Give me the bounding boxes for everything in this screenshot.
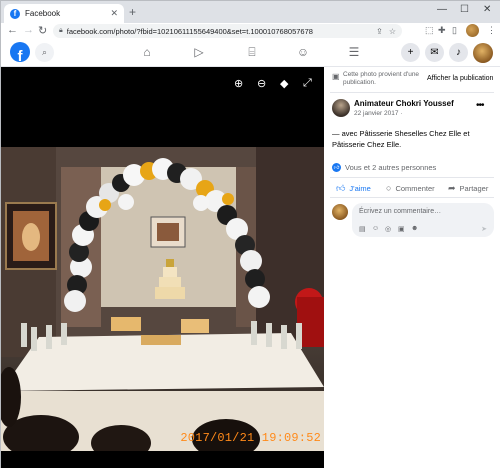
comment-label: Commenter bbox=[395, 183, 435, 193]
sticker-icon[interactable]: ▤ bbox=[359, 225, 366, 233]
marketplace-icon[interactable]: ⌸ bbox=[244, 45, 260, 60]
post-caption: — avec Pâtisserie Sheselles Chez Elle et… bbox=[332, 129, 470, 149]
share-label: Partager bbox=[459, 184, 489, 193]
forward-icon[interactable]: → bbox=[23, 24, 34, 36]
avatar-sticker-icon[interactable]: ☻ bbox=[411, 225, 418, 232]
side-panel-icon[interactable]: ▯ bbox=[452, 25, 457, 36]
divider bbox=[330, 92, 494, 93]
photo-timestamp: 2017/01/21 19:09:52 bbox=[180, 431, 321, 445]
bookmark-star-icon[interactable]: ☆ bbox=[389, 27, 396, 36]
photo-side-panel: ▣ Cette photo provient d'une publication… bbox=[324, 67, 500, 468]
messenger-button[interactable]: ✉ bbox=[425, 43, 444, 62]
maximize-button[interactable]: ☐ bbox=[460, 4, 469, 15]
thumbs-up-icon: 👍︎ bbox=[336, 183, 346, 193]
extensions-icon[interactable]: ⬚ bbox=[425, 25, 434, 36]
profile-avatar[interactable] bbox=[466, 24, 479, 37]
search-button[interactable]: ⌕ bbox=[35, 43, 54, 62]
author-avatar[interactable] bbox=[332, 99, 350, 117]
create-button[interactable]: + bbox=[401, 43, 420, 62]
send-icon[interactable]: ➤ bbox=[481, 225, 487, 233]
comment-button[interactable]: ○ Commenter bbox=[386, 183, 435, 193]
zoom-in-icon[interactable]: ⊕ bbox=[234, 77, 243, 90]
minimize-button[interactable]: — bbox=[437, 4, 447, 15]
divider bbox=[330, 177, 494, 178]
url-text: facebook.com/photo/?fbid=102106111556494… bbox=[66, 26, 313, 36]
reactions-text: Vous et 2 autres personnes bbox=[345, 163, 437, 172]
new-tab-button[interactable]: + bbox=[129, 5, 136, 19]
info-icon: ▣ bbox=[332, 72, 340, 81]
like-label: J'aime bbox=[349, 184, 371, 193]
tag-icon[interactable]: ◆ bbox=[280, 77, 288, 90]
back-icon[interactable]: ← bbox=[7, 24, 18, 36]
browser-toolbar: ← → ↻ 🔒︎ facebook.com/photo/?fbid=102106… bbox=[1, 23, 500, 39]
comment-input[interactable]: Écrivez un commentaire… ▤ ☺ ◎ ▣ ☻ ➤ bbox=[352, 203, 494, 237]
emoji-icon[interactable]: ☺ bbox=[372, 225, 379, 232]
search-icon: ⌕ bbox=[41, 47, 48, 57]
gif-icon[interactable]: ▣ bbox=[398, 225, 405, 233]
lock-icon: 🔒︎ bbox=[59, 27, 63, 34]
facebook-header: f ⌕ ⌂ ▷ ⌸ ☺ ☰ + ✉ ♪ bbox=[1, 39, 500, 67]
tab-facebook[interactable]: f Facebook ✕ bbox=[4, 4, 124, 23]
post-date[interactable]: 22 janvier 2017 · bbox=[354, 110, 402, 117]
commenter-avatar[interactable] bbox=[332, 204, 348, 220]
share-icon: ➦ bbox=[448, 183, 456, 193]
address-bar[interactable]: 🔒︎ facebook.com/photo/?fbid=102106111556… bbox=[53, 24, 402, 38]
extension-puzzle-icon[interactable]: ✚ bbox=[438, 25, 446, 36]
facebook-logo-icon[interactable]: f bbox=[10, 42, 30, 62]
notice-text: Cette photo provient d'une publication. bbox=[343, 71, 420, 86]
home-icon[interactable]: ⌂ bbox=[139, 45, 155, 59]
photo-image[interactable]: 2017/01/21 19:09:52 bbox=[1, 147, 324, 451]
comment-placeholder: Écrivez un commentaire… bbox=[359, 208, 442, 215]
camera-icon[interactable]: ◎ bbox=[385, 225, 391, 233]
chrome-menu-icon[interactable]: ⋮ bbox=[487, 25, 496, 36]
tab-title: Facebook bbox=[25, 9, 61, 18]
view-publication-button[interactable]: Afficher la publication bbox=[427, 75, 493, 82]
watch-icon[interactable]: ▷ bbox=[191, 45, 207, 59]
menu-icon[interactable]: ☰ bbox=[346, 45, 362, 59]
notifications-button[interactable]: ♪ bbox=[449, 43, 468, 62]
share-page-icon[interactable]: ⇪ bbox=[376, 27, 383, 36]
share-button[interactable]: ➦ Partager bbox=[448, 183, 488, 194]
plus-icon: + bbox=[407, 47, 414, 58]
divider bbox=[330, 197, 494, 198]
tab-strip: f Facebook ✕ + — ☐ ✕ bbox=[1, 1, 500, 23]
more-options-icon[interactable]: ••• bbox=[476, 100, 484, 111]
party-scene-illustration bbox=[1, 147, 324, 451]
publication-notice: ▣ Cette photo provient d'une publication… bbox=[332, 71, 494, 89]
comment-icon: ○ bbox=[386, 183, 392, 193]
messenger-icon: ✉ bbox=[430, 47, 439, 58]
groups-icon[interactable]: ☺ bbox=[295, 45, 311, 59]
photo-viewer: ⊕ ⊖ ◆ ⤢ 2017/01/21 19:09:52 bbox=[1, 67, 324, 468]
like-reaction-icon: 👍︎ bbox=[332, 163, 341, 172]
facebook-favicon-icon: f bbox=[10, 8, 20, 19]
reactions-summary[interactable]: 👍︎ Vous et 2 autres personnes bbox=[332, 163, 436, 172]
zoom-out-icon[interactable]: ⊖ bbox=[257, 77, 266, 90]
browser-window: f Facebook ✕ + — ☐ ✕ ← → ↻ 🔒︎ facebook.c… bbox=[0, 0, 500, 468]
fullscreen-icon[interactable]: ⤢ bbox=[303, 77, 312, 90]
tab-close-icon[interactable]: ✕ bbox=[110, 8, 118, 19]
account-avatar[interactable] bbox=[473, 43, 493, 63]
like-button[interactable]: 👍︎ J'aime bbox=[336, 183, 371, 194]
reload-icon[interactable]: ↻ bbox=[38, 24, 47, 37]
author-name[interactable]: Animateur Chokri Youssef bbox=[354, 99, 454, 108]
bell-icon: ♪ bbox=[456, 47, 461, 58]
close-window-button[interactable]: ✕ bbox=[483, 4, 491, 15]
